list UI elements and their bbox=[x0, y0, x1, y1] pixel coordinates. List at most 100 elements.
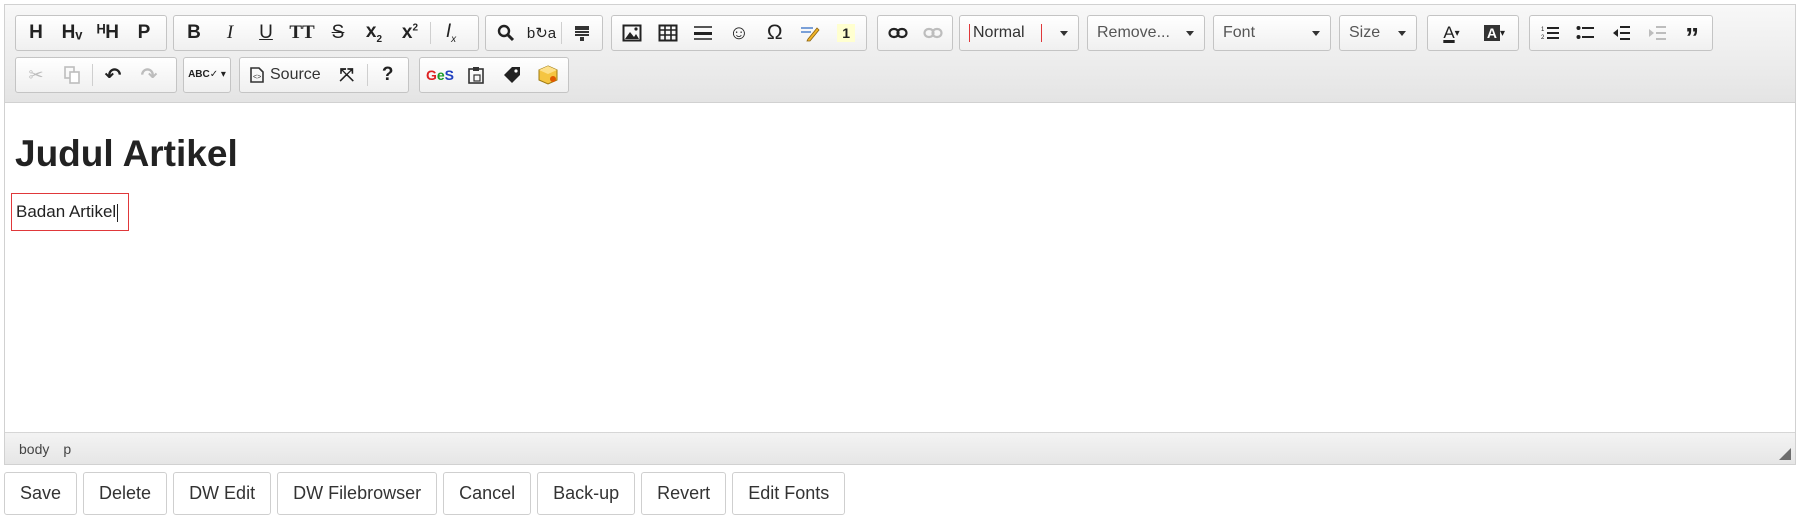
maximize-button[interactable]: ⤧ bbox=[329, 59, 365, 91]
source-button[interactable]: <> Source bbox=[242, 59, 329, 91]
special-char-button[interactable]: Ω bbox=[757, 17, 793, 49]
blockquote-button[interactable]: ” bbox=[1674, 17, 1710, 53]
paste-button[interactable] bbox=[458, 59, 494, 91]
ges-plugin-button[interactable]: GeS bbox=[422, 59, 458, 91]
insert-group: ☺ Ω 1 bbox=[611, 15, 867, 51]
horizontal-rule-button[interactable] bbox=[685, 17, 721, 49]
separator bbox=[366, 64, 368, 86]
omega-icon: Ω bbox=[766, 21, 783, 44]
italic-icon: I bbox=[226, 22, 234, 43]
revert-button[interactable]: Revert bbox=[641, 472, 727, 515]
strikethrough-button[interactable]: S bbox=[320, 17, 356, 49]
dw-edit-button[interactable]: DW Edit bbox=[173, 472, 272, 515]
plugin-group: GeS bbox=[419, 57, 569, 93]
save-button[interactable]: Save bbox=[4, 472, 78, 515]
remove-combo[interactable]: Remove... bbox=[1087, 15, 1205, 51]
paragraph-p-button[interactable]: P bbox=[126, 17, 162, 49]
capitalize-icon: TT bbox=[289, 22, 315, 43]
cut-button[interactable]: ✂ bbox=[18, 59, 54, 91]
separator bbox=[430, 22, 431, 44]
replace-button[interactable]: b↻a bbox=[524, 17, 560, 49]
bg-color-button[interactable]: A ▾ bbox=[1473, 17, 1516, 49]
heading-hh-button[interactable]: ᴴH bbox=[90, 17, 126, 49]
edit-fonts-button[interactable]: Edit Fonts bbox=[732, 472, 846, 515]
help-button[interactable]: ? bbox=[370, 59, 406, 91]
tag-button[interactable] bbox=[494, 59, 530, 91]
package-icon bbox=[538, 65, 558, 85]
bold-button[interactable]: B bbox=[176, 17, 212, 49]
chevron-down-icon bbox=[1312, 30, 1320, 36]
path-item-body[interactable]: body bbox=[19, 441, 49, 457]
color-group: A ▾ A ▾ bbox=[1427, 15, 1519, 51]
svg-text:2: 2 bbox=[1541, 35, 1545, 41]
unlink-button[interactable] bbox=[915, 17, 950, 49]
undo-button[interactable]: ↶ bbox=[95, 59, 131, 91]
remove-format-button[interactable]: Ix bbox=[433, 17, 469, 49]
list-group: 12 ” bbox=[1529, 15, 1713, 53]
outdent-button[interactable] bbox=[1603, 17, 1639, 49]
size-combo[interactable]: Size bbox=[1339, 15, 1417, 51]
smiley-button[interactable]: ☺ bbox=[721, 17, 757, 49]
subscript-button[interactable]: x2 bbox=[356, 17, 392, 49]
pencil-icon bbox=[801, 27, 820, 42]
search-icon bbox=[497, 24, 514, 42]
footnote-icon: 1 bbox=[837, 24, 856, 42]
format-combo-value: Normal bbox=[969, 24, 1042, 42]
bulleted-list-button[interactable] bbox=[1568, 17, 1604, 49]
paste-icon bbox=[468, 67, 484, 84]
replace-icon: b↻a bbox=[526, 25, 557, 42]
font-combo-label: Font bbox=[1223, 24, 1256, 41]
package-button[interactable] bbox=[530, 59, 566, 91]
superscript-button[interactable]: x2 bbox=[392, 17, 428, 49]
spellcheck-button[interactable]: ABC✓ ▾ bbox=[186, 59, 228, 91]
redo-button[interactable]: ↷ bbox=[131, 59, 167, 91]
indent-icon bbox=[1648, 26, 1666, 40]
delete-button[interactable]: Delete bbox=[83, 472, 168, 515]
scissors-icon: ✂ bbox=[28, 64, 44, 85]
bg-color-icon: A bbox=[1483, 25, 1501, 41]
capitalize-button[interactable]: TT bbox=[284, 17, 320, 49]
find-group: b↻a bbox=[485, 15, 603, 51]
article-heading[interactable]: Judul Artikel bbox=[15, 133, 238, 175]
heading-h-button[interactable]: H bbox=[18, 17, 54, 49]
chevron-down-icon bbox=[1398, 30, 1406, 36]
path-item-p[interactable]: p bbox=[63, 441, 71, 457]
underline-button[interactable]: U bbox=[248, 17, 284, 49]
copy-button[interactable] bbox=[54, 59, 90, 91]
italic-button[interactable]: I bbox=[212, 17, 248, 49]
editor-toolbar: H Hᵥ ᴴH P B I U TT S x2 x2 Ix b↻a ☺ Ω 1 … bbox=[5, 5, 1795, 103]
image-button[interactable] bbox=[614, 17, 650, 49]
text-caret bbox=[117, 203, 119, 222]
smiley-icon: ☺ bbox=[728, 21, 750, 44]
rich-text-editor: H Hᵥ ᴴH P B I U TT S x2 x2 Ix b↻a ☺ Ω 1 … bbox=[4, 4, 1796, 465]
table-button[interactable] bbox=[650, 17, 686, 49]
find-button[interactable] bbox=[488, 17, 524, 49]
text-color-button[interactable]: A ▾ bbox=[1430, 17, 1473, 49]
dw-filebrowser-button[interactable]: DW Filebrowser bbox=[277, 472, 438, 515]
numbered-list-button[interactable]: 12 bbox=[1532, 17, 1568, 49]
indent-button[interactable] bbox=[1639, 17, 1675, 49]
document-group: <> Source ⤧ ? bbox=[239, 57, 409, 93]
editor-content-area[interactable]: Judul Artikel Badan Artikel bbox=[5, 103, 1795, 433]
numbered-list-icon: 12 bbox=[1541, 27, 1559, 41]
heading-hv-button[interactable]: Hᵥ bbox=[54, 17, 90, 49]
insert-code-button[interactable] bbox=[793, 17, 829, 49]
footnote-button[interactable]: 1 bbox=[828, 17, 864, 49]
chevron-down-icon bbox=[1060, 30, 1068, 36]
format-combo[interactable]: Normal bbox=[959, 15, 1079, 51]
link-button[interactable] bbox=[880, 17, 915, 49]
element-path-bar: body p bbox=[5, 432, 1795, 464]
subscript-icon: x2 bbox=[365, 21, 383, 45]
cancel-button[interactable]: Cancel bbox=[443, 472, 532, 515]
resize-handle-icon[interactable] bbox=[1779, 448, 1791, 460]
backup-button[interactable]: Back-up bbox=[537, 472, 636, 515]
spellcheck-group: ABC✓ ▾ bbox=[183, 57, 231, 93]
templates-button[interactable] bbox=[564, 17, 600, 49]
font-combo[interactable]: Font bbox=[1213, 15, 1331, 51]
article-body-paragraph[interactable]: Badan Artikel bbox=[11, 193, 130, 231]
svg-text:<>: <> bbox=[253, 74, 261, 81]
heading-group: H Hᵥ ᴴH P bbox=[15, 15, 167, 51]
size-combo-label: Size bbox=[1349, 24, 1381, 41]
clipboard-group: ✂ ↶ ↷ bbox=[15, 57, 177, 93]
remove-combo-label: Remove... bbox=[1097, 24, 1170, 41]
